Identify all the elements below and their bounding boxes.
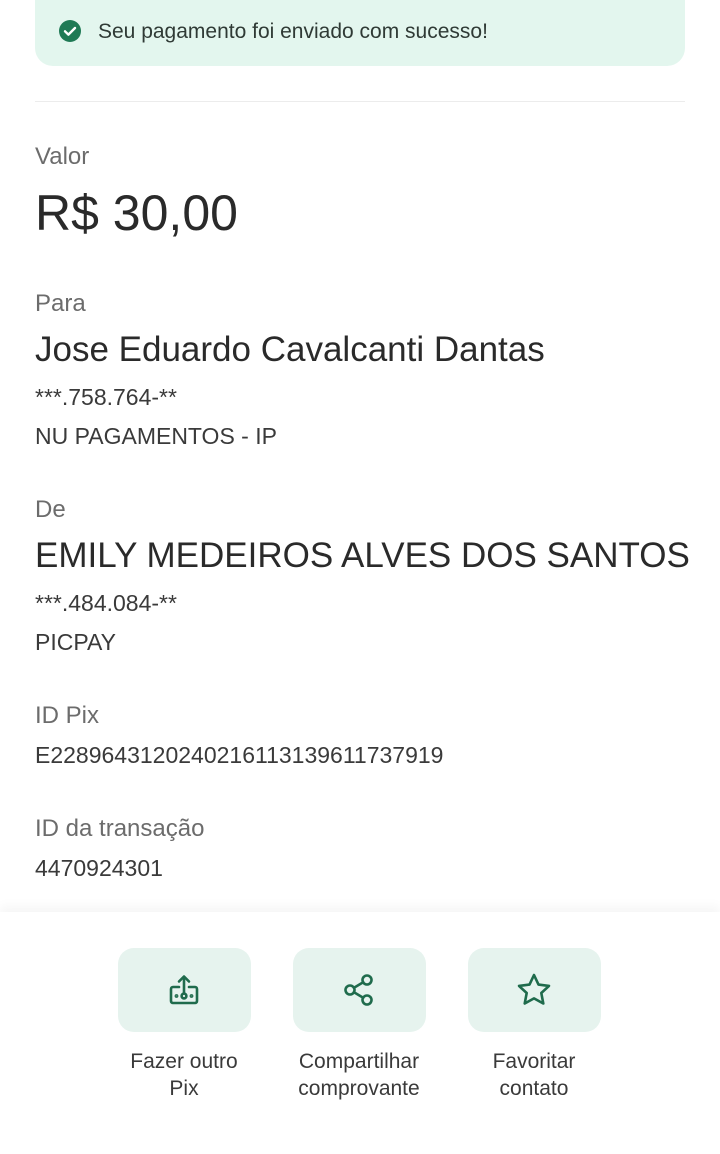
share-receipt-label: Compartilhar comprovante	[274, 1048, 444, 1102]
send-money-icon	[169, 975, 199, 1005]
favorite-contact-label-line1: Favoritar	[492, 1050, 576, 1073]
favorite-contact-action[interactable]: Favoritar contato	[449, 948, 619, 1102]
new-pix-label: Fazer outro Pix	[99, 1048, 269, 1102]
recipient-document: ***.758.764-**	[35, 384, 177, 410]
sender-document: ***.484.084-**	[35, 590, 177, 616]
pix-id-label: ID Pix	[35, 702, 100, 729]
star-icon	[517, 973, 551, 1005]
divider	[35, 101, 685, 102]
amount-value: R$ 30,00	[35, 185, 238, 241]
favorite-contact-label-line2: contato	[499, 1077, 569, 1100]
check-circle-icon	[59, 20, 81, 42]
share-icon	[344, 974, 373, 1006]
favorite-contact-button[interactable]	[467, 948, 601, 1032]
share-receipt-label-line2: comprovante	[298, 1077, 420, 1100]
new-pix-label-line2: Pix	[169, 1077, 199, 1100]
transaction-id-value: 4470924301	[35, 855, 163, 881]
recipient-institution: NU PAGAMENTOS - IP	[35, 423, 277, 449]
new-pix-action[interactable]: Fazer outro Pix	[99, 948, 269, 1102]
new-pix-label-line1: Fazer outro	[130, 1050, 238, 1073]
sender-institution: PICPAY	[35, 629, 116, 655]
recipient-label: Para	[35, 290, 86, 317]
payment-receipt-screen: Seu pagamento foi enviado com sucesso! V…	[0, 0, 720, 1154]
favorite-contact-label: Favoritar contato	[449, 1048, 619, 1102]
actions-panel: Fazer outro Pix Compartilhar comprovante	[0, 912, 720, 1154]
sender-label: De	[35, 496, 66, 523]
success-message: Seu pagamento foi enviado com sucesso!	[98, 20, 488, 43]
transaction-id-label: ID da transação	[35, 815, 205, 842]
sender-name: EMILY MEDEIROS ALVES DOS SANTOS	[35, 536, 690, 575]
amount-label: Valor	[35, 143, 90, 170]
new-pix-button[interactable]	[117, 948, 251, 1032]
share-receipt-button[interactable]	[292, 948, 426, 1032]
success-banner: Seu pagamento foi enviado com sucesso!	[35, 0, 685, 66]
recipient-name: Jose Eduardo Cavalcanti Dantas	[35, 330, 545, 369]
share-receipt-action[interactable]: Compartilhar comprovante	[274, 948, 444, 1102]
share-receipt-label-line1: Compartilhar	[298, 1050, 420, 1073]
pix-id-value: E2289643120240216113139611737919	[35, 742, 444, 768]
